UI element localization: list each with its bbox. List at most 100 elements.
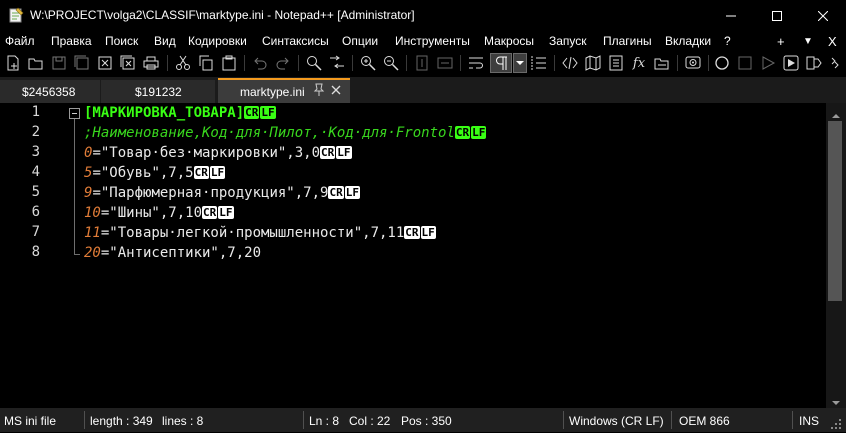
save-icon[interactable] <box>50 54 68 72</box>
ini-value: ="Парфюмерная·продукция",7,9 <box>92 185 329 201</box>
pin-tab-icon[interactable] <box>313 83 325 100</box>
eol-cr-marker: CR <box>193 166 209 179</box>
close-tab-icon[interactable] <box>331 84 341 98</box>
function-list-icon[interactable] <box>607 54 625 72</box>
scroll-down-icon[interactable] <box>832 395 840 409</box>
toolbar-separator <box>554 55 555 71</box>
menu-edit[interactable]: Правка <box>51 34 92 48</box>
print-icon[interactable] <box>142 54 160 72</box>
eol-lf-marker: LF <box>209 166 226 179</box>
status-bar: MS ini file length : 349 lines : 8 Ln : … <box>0 408 846 432</box>
ini-key: 11 <box>84 225 101 241</box>
replace-icon[interactable] <box>328 54 346 72</box>
menu-tools[interactable]: Инструменты <box>395 34 470 48</box>
tab-2456358[interactable]: $2456358 <box>0 80 100 103</box>
line-number: 7 <box>31 224 40 240</box>
new-tab-plus-icon[interactable]: + <box>777 34 785 49</box>
menu-run[interactable]: Запуск <box>549 34 587 48</box>
new-file-icon[interactable] <box>4 54 22 72</box>
status-col: Col : 22 <box>349 414 391 428</box>
close-file-icon[interactable] <box>96 54 114 72</box>
show-all-dropdown-icon[interactable] <box>513 53 527 73</box>
menu-encoding[interactable]: Кодировки <box>188 34 247 48</box>
save-all-icon[interactable] <box>73 54 91 72</box>
maximize-icon[interactable] <box>754 0 800 31</box>
menu-settings[interactable]: Опции <box>342 34 378 48</box>
fx-icon[interactable]: fx <box>630 54 648 72</box>
paste-icon[interactable] <box>220 54 238 72</box>
notepadpp-app-icon[interactable] <box>8 7 24 23</box>
line-number: 6 <box>31 204 40 220</box>
word-wrap-icon[interactable] <box>467 54 485 72</box>
save-macro-icon[interactable] <box>805 54 823 72</box>
close-all-icon[interactable] <box>119 54 137 72</box>
zoom-in-icon[interactable] <box>359 54 377 72</box>
cut-icon[interactable] <box>174 54 192 72</box>
undo-icon[interactable] <box>251 54 269 72</box>
minimize-icon[interactable] <box>708 0 754 31</box>
window-title: W:\PROJECT\volga2\CLASSIF\marktype.ini -… <box>30 8 415 22</box>
menu-bar: Файл Правка Поиск Вид Кодировки Синтакси… <box>0 31 846 51</box>
code-line[interactable]: 11="Товары·легкой·промышленности",7,11CR… <box>84 223 437 243</box>
ini-value: ="Шины",7,10 <box>100 205 203 221</box>
tab-label: $2456358 <box>22 85 76 99</box>
close-icon[interactable] <box>800 0 846 31</box>
editor-area[interactable]: 1 2 3 4 5 6 7 8 [МАРКИРОВКА_ТОВАРА]CR LF;… <box>0 103 826 408</box>
status-lines: lines : 8 <box>162 414 204 428</box>
menu-window[interactable]: Вкладки <box>665 34 711 48</box>
code-line[interactable]: ;Наименование,Код·для·Пилот,·Код·для·Fro… <box>84 123 487 143</box>
monitoring-icon[interactable] <box>684 54 702 72</box>
menu-search[interactable]: Поиск <box>105 34 138 48</box>
tab-191232[interactable]: $191232 <box>101 80 215 103</box>
sync-vertical-icon[interactable] <box>413 54 431 72</box>
record-macro-icon[interactable] <box>713 54 731 72</box>
code-line[interactable]: 5="Обувь",7,5CR LF <box>84 163 226 183</box>
menu-plugins[interactable]: Плагины <box>603 34 652 48</box>
menu-macro[interactable]: Макросы <box>484 34 534 48</box>
scrollbar-thumb[interactable] <box>828 121 842 301</box>
document-map-icon[interactable] <box>584 54 602 72</box>
line-number: 4 <box>31 164 40 180</box>
code-line[interactable]: 10="Шины",7,10CR LF <box>84 203 235 223</box>
toolbar-overflow-icon[interactable] <box>828 54 842 72</box>
eol-lf-marker: LF <box>260 106 276 119</box>
menu-language[interactable]: Синтаксисы <box>262 34 329 48</box>
tab-bar: $2456358 $191232 marktype.ini <box>0 77 846 105</box>
find-icon[interactable] <box>305 54 323 72</box>
play-macro-icon[interactable] <box>759 54 777 72</box>
indent-guide-icon[interactable] <box>530 54 548 72</box>
close-document-icon[interactable]: X <box>828 34 837 49</box>
toolbar-separator <box>708 55 709 71</box>
code-line[interactable]: 9="Парфюмерная·продукция",7,9CR LF <box>84 183 361 203</box>
scroll-up-icon[interactable] <box>832 108 840 122</box>
redo-icon[interactable] <box>274 54 292 72</box>
run-macro-multiple-icon[interactable] <box>782 54 800 72</box>
vertical-scrollbar[interactable] <box>826 103 846 408</box>
menu-help[interactable]: ? <box>724 34 731 48</box>
line-number: 1 <box>31 104 40 120</box>
tab-label: $191232 <box>135 85 182 99</box>
tab-list-dropdown-icon[interactable]: ▼ <box>803 36 813 47</box>
xml-tag-icon[interactable] <box>561 54 579 72</box>
zoom-out-icon[interactable] <box>382 54 400 72</box>
toolbar: fx <box>0 51 846 75</box>
code-line[interactable]: 20="Антисептики",7,20 <box>84 243 261 263</box>
eol-cr-marker: CR <box>454 126 471 139</box>
tab-marktype-ini[interactable]: marktype.ini <box>218 78 350 105</box>
sync-horizontal-icon[interactable] <box>436 54 454 72</box>
resize-grip-icon[interactable] <box>830 418 842 433</box>
status-insert-mode: INS <box>799 414 820 428</box>
status-ln: Ln : 8 <box>309 414 340 428</box>
fold-margin-line <box>74 119 75 255</box>
folder-workspace-icon[interactable] <box>653 54 671 72</box>
eol-lf-marker: LF <box>336 146 352 159</box>
show-all-chars-icon[interactable] <box>490 53 512 73</box>
copy-icon[interactable] <box>197 54 215 72</box>
code-line[interactable]: [МАРКИРОВКА_ТОВАРА]CR LF <box>84 103 277 123</box>
code-line[interactable]: 0="Товар·без·маркировки",3,0CR LF <box>84 143 353 163</box>
open-file-icon[interactable] <box>27 54 45 72</box>
menu-file[interactable]: Файл <box>5 34 35 48</box>
line-number: 5 <box>31 184 40 200</box>
stop-record-icon[interactable] <box>736 54 754 72</box>
menu-view[interactable]: Вид <box>154 34 176 48</box>
